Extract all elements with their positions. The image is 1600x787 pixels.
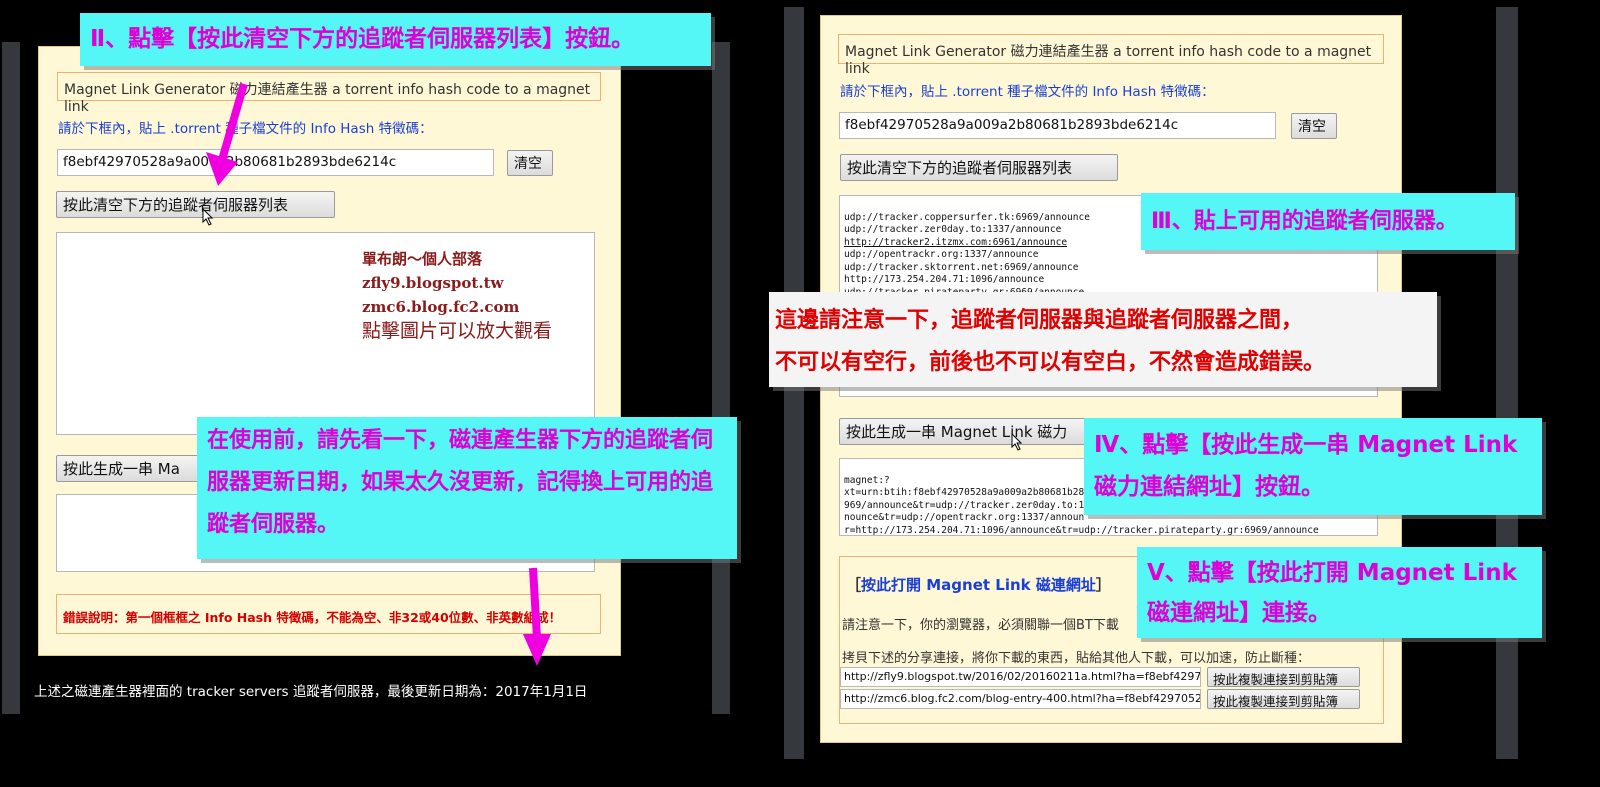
tracker-line: udp://opentrackr.org:1337/announce	[844, 249, 1039, 260]
update-date-arrow-icon	[523, 567, 551, 666]
left-generate-button[interactable]: 按此生成一串 Ma	[56, 455, 206, 482]
right-clear-button[interactable]: 清空	[1291, 113, 1337, 139]
left-footer-text: 上述之磁連產生器裡面的 tracker servers 追蹤者伺服器，最後更新日…	[34, 684, 588, 700]
watermark-line: zmc6.blog.fc2.com	[362, 298, 520, 316]
magnet-line: r=http://173.254.204.71:1096/announce&tr…	[844, 524, 1319, 536]
watermark-line: 點擊圖片可以放大觀看	[362, 320, 553, 342]
right-clear-trackers-button[interactable]: 按此清空下方的追蹤者伺服器列表	[840, 154, 1118, 181]
step3-callout: Ⅲ、貼上可用的追蹤者伺服器。	[1141, 193, 1515, 250]
browser-note: 請注意一下，你的瀏覽器，必須關聯一個BT下載	[842, 618, 1119, 633]
mouse-cursor-icon	[1011, 432, 1023, 451]
left-clear-trackers-button[interactable]: 按此清空下方的追蹤者伺服器列表	[56, 191, 335, 218]
note-callout: 這邊請注意一下，追蹤者伺服器與追蹤者伺服器之間， 不可以有空行，前後也不可以有空…	[769, 292, 1437, 387]
left-edge-bar	[2, 42, 20, 714]
open-link-row: ［按此打開 Magnet Link 磁連網址］	[846, 574, 1111, 595]
copy-button-2[interactable]: 按此複製連接到剪貼簿	[1207, 689, 1360, 709]
before-use-callout: 在使用前，請先看一下，磁連產生器下方的追蹤者伺服器更新日期，如果太久沒更新，記得…	[197, 417, 737, 559]
step4-line: 磁力連結網址】按鈕。	[1094, 474, 1324, 500]
step2-arrow-icon	[206, 82, 248, 186]
right-hash-input[interactable]: f8ebf42970528a9a009a2b80681b2893bde6214c	[839, 112, 1276, 139]
watermark-line: zfly9.blogspot.tw	[362, 274, 504, 292]
tracker-line: udp://tracker.sktorrent.net:6969/announc…	[844, 261, 1079, 273]
share-link-input-1[interactable]: http://zfly9.blogspot.tw/2016/02/2016021…	[840, 667, 1201, 687]
step5-callout: Ⅴ、點擊【按此打開 Magnet Link 磁連網址】連接。	[1137, 547, 1542, 638]
left-right-edge-bar	[712, 42, 730, 714]
share-link-input-2[interactable]: http://zmc6.blog.fc2.com/blog-entry-400.…	[840, 689, 1201, 709]
step4-callout: Ⅳ、點擊【按此生成一串 Magnet Link 磁力連結網址】按鈕。	[1084, 418, 1542, 515]
step5-line: 磁連網址】連接。	[1147, 600, 1331, 626]
right-generate-button[interactable]: 按此生成一串 Magnet Link 磁力	[839, 418, 1095, 445]
mouse-cursor-icon	[202, 207, 214, 226]
right-header-box: Magnet Link Generator 磁力連結產生器 a torrent …	[838, 34, 1384, 77]
left-header-box: Magnet Link Generator 磁力連結產生器 a torrent …	[57, 72, 601, 115]
step4-line: Ⅳ、點擊【按此生成一串 Magnet Link	[1094, 432, 1518, 458]
close-bracket: ］	[1095, 576, 1111, 594]
open-magnet-link[interactable]: 按此打開 Magnet Link 磁連網址	[861, 576, 1096, 594]
step5-line: Ⅴ、點擊【按此打開 Magnet Link	[1147, 560, 1517, 586]
note-line: 這邊請注意一下，追蹤者伺服器與追蹤者伺服器之間，	[775, 308, 1304, 333]
left-hash-input[interactable]: f8ebf42970528a9a009a2b80681b2893bde6214c	[57, 149, 494, 176]
watermark-line: 單布朗～個人部落	[362, 250, 483, 268]
right-hash-prompt: 請於下框內，貼上 .torrent 種子檔文件的 Info Hash 特徵碼：	[840, 84, 1215, 100]
step2-callout: Ⅱ、點擊【按此清空下方的追蹤者伺服器列表】按鈕。	[80, 13, 711, 66]
note-line: 不可以有空行，前後也不可以有空白，不然會造成錯誤。	[775, 350, 1326, 375]
right-right-edge-bar	[1496, 7, 1518, 759]
copy-button-1[interactable]: 按此複製連接到剪貼簿	[1207, 667, 1360, 687]
left-clear-button[interactable]: 清空	[507, 150, 553, 176]
watermark: 單布朗～個人部落 zfly9.blogspot.tw zmc6.blog.fc2…	[362, 247, 552, 343]
share-note: 拷貝下述的分享連接，將你下載的東西，貼給其他人下載，可以加速，防止斷種：	[842, 651, 1311, 666]
tracker-line: http://173.254.204.71:1096/announce	[844, 274, 1045, 285]
open-bracket: ［	[846, 576, 862, 594]
